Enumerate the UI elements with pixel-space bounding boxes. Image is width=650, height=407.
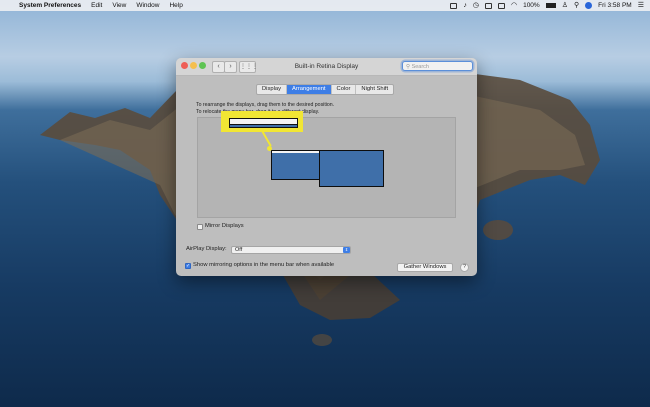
mirror-displays-label: Mirror Displays	[205, 223, 244, 229]
callout-display-preview	[229, 118, 298, 128]
menu-bar-handle[interactable]	[272, 151, 319, 153]
spotlight-search-icon[interactable]: ⚲	[574, 0, 579, 11]
wifi-icon[interactable]: ◠	[511, 0, 517, 11]
menu-help[interactable]: Help	[164, 0, 187, 11]
instruction-line-1: To rearrange the displays, drag them to …	[196, 102, 335, 108]
mirror-displays-checkbox[interactable]	[197, 224, 203, 230]
display-external[interactable]	[319, 150, 384, 187]
search-input[interactable]: ⚲ Search	[402, 61, 473, 71]
callout-pointer-dot	[267, 146, 272, 151]
screen-mirror-icon[interactable]	[497, 2, 505, 9]
tab-bar: Display Arrangement Color Night Shift	[256, 84, 395, 95]
help-button[interactable]: ?	[460, 263, 469, 272]
menu-clock[interactable]: Fri 3:58 PM	[598, 0, 632, 11]
menu-bar: System Preferences Edit View Window Help…	[0, 0, 650, 11]
menu-window[interactable]: Window	[131, 0, 164, 11]
chevron-updown-icon: ⇕	[343, 247, 350, 253]
battery-icon[interactable]	[545, 3, 556, 8]
display-status-icon[interactable]	[484, 2, 492, 9]
siri-status-icon[interactable]: ♪	[463, 0, 467, 11]
airplay-display-select[interactable]: Off ⇕	[231, 246, 351, 254]
notification-center-icon[interactable]: ☰	[638, 0, 644, 11]
menu-bar-callout	[221, 111, 303, 132]
airplay-display-value: Off	[235, 247, 243, 253]
display-built-in[interactable]	[271, 150, 320, 180]
search-icon: ⚲	[406, 64, 411, 70]
tab-night-shift[interactable]: Night Shift	[356, 85, 393, 94]
preferences-window: ‹ › ⋮⋮⋮ Built-in Retina Display ⚲ Search…	[176, 58, 477, 276]
gather-windows-button[interactable]: Gather Windows	[397, 263, 453, 272]
display-arrangement-area	[197, 117, 456, 218]
tab-display[interactable]: Display	[257, 85, 288, 94]
tab-color[interactable]: Color	[332, 85, 357, 94]
window-titlebar[interactable]: ‹ › ⋮⋮⋮ Built-in Retina Display ⚲ Search	[176, 58, 477, 76]
battery-percent: 100%	[523, 2, 540, 9]
menu-view[interactable]: View	[107, 0, 131, 11]
airplay-status-icon[interactable]	[450, 2, 458, 9]
user-switch-icon[interactable]: ♙	[562, 0, 568, 11]
airplay-display-label: AirPlay Display:	[186, 246, 227, 252]
search-placeholder: Search	[411, 64, 429, 70]
tab-arrangement[interactable]: Arrangement	[287, 85, 332, 94]
clock-status-icon[interactable]: ◷	[473, 0, 479, 11]
show-mirroring-checkbox[interactable]: ✓	[185, 263, 191, 269]
menu-app-name[interactable]: System Preferences	[14, 0, 86, 11]
menu-bar-status: ♪ ◷ ◠ 100% ♙ ⚲ Fri 3:58 PM ☰	[450, 0, 644, 11]
avatar[interactable]	[585, 2, 593, 9]
menu-edit[interactable]: Edit	[86, 0, 107, 11]
callout-menu-bar	[230, 119, 297, 125]
show-mirroring-label: Show mirroring options in the menu bar w…	[193, 262, 335, 268]
